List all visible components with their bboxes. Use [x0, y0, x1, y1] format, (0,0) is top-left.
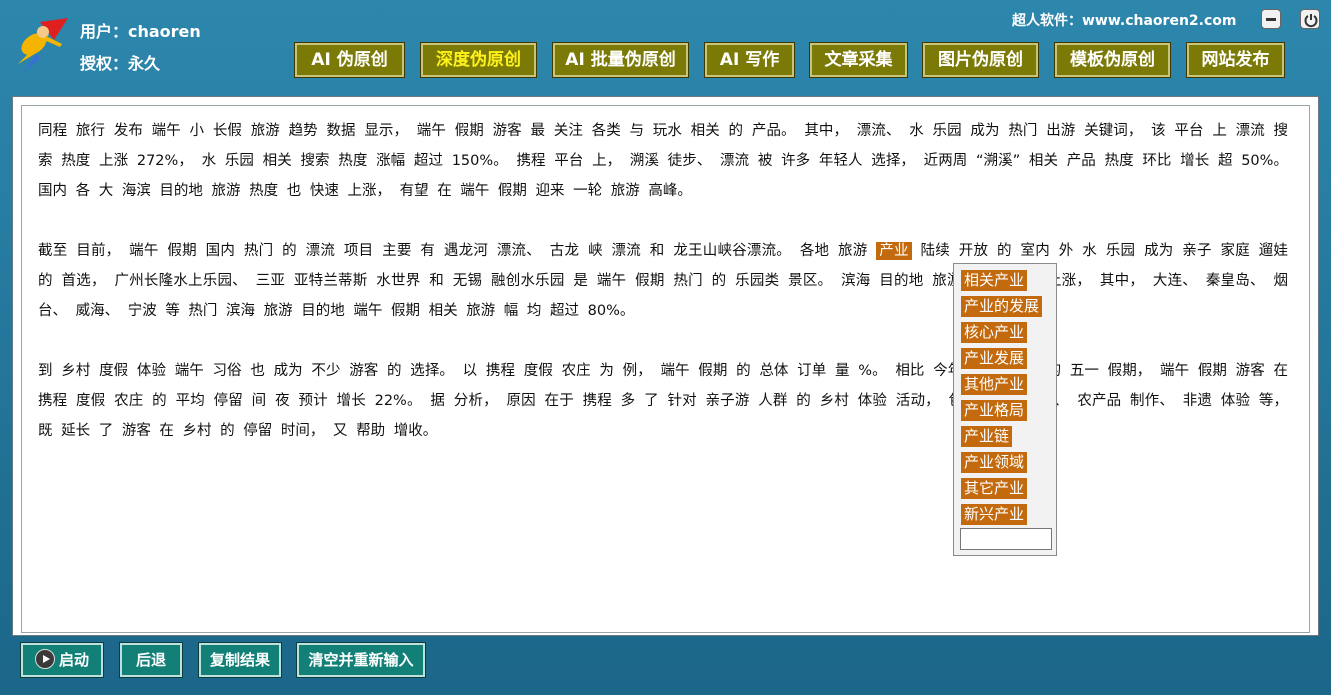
synonym-option[interactable]: 核心产业 — [961, 322, 1028, 343]
nav-site-publish-button[interactable]: 网站发布 — [1186, 42, 1285, 78]
synonym-option[interactable]: 其他产业 — [961, 374, 1028, 395]
clear-and-reinput-button[interactable]: 清空并重新输入 — [296, 642, 426, 678]
synonym-option[interactable]: 其它产业 — [961, 478, 1028, 499]
paragraph-2-text-before: 截至 目前， 端午 假期 国内 热门 的 漂流 项目 主要 有 遇龙河 漂流、 … — [38, 243, 877, 259]
synonym-option[interactable]: 产业链 — [961, 426, 1013, 447]
header: 用户：chaoren 授权：永久 超人软件：www.chaoren2.com A… — [0, 0, 1331, 88]
paragraph-1: 同程 旅行 发布 端午 小 长假 旅游 趋势 数据 显示， 端午 假期 游客 最… — [38, 123, 1288, 199]
start-label: 启动 — [58, 651, 89, 669]
synonym-option[interactable]: 新兴产业 — [961, 504, 1028, 525]
synonym-option[interactable]: 产业的发展 — [961, 296, 1043, 317]
site-link[interactable]: 超人软件：www.chaoren2.com — [1012, 10, 1237, 30]
synonym-option[interactable]: 相关产业 — [961, 270, 1028, 291]
content-panel: 同程 旅行 发布 端午 小 长假 旅游 趋势 数据 显示， 端午 假期 游客 最… — [12, 96, 1319, 636]
nav-ai-rewrite-button[interactable]: AI 伪原创 — [294, 42, 405, 78]
user-name: 用户：chaoren — [80, 22, 201, 41]
minimize-button[interactable] — [1261, 9, 1281, 29]
nav-ai-batch-rewrite-button[interactable]: AI 批量伪原创 — [552, 42, 689, 78]
nav-template-rewrite-button[interactable]: 模板伪原创 — [1054, 42, 1171, 78]
superhero-logo-icon — [10, 14, 72, 74]
synonym-option[interactable]: 产业发展 — [961, 348, 1028, 369]
synonym-dropdown: 相关产业 产业的发展 核心产业 产业发展 其他产业 产业格局 产业链 产业领域 … — [953, 263, 1057, 556]
user-info: 用户：chaoren 授权：永久 — [80, 16, 201, 80]
nav-image-rewrite-button[interactable]: 图片伪原创 — [922, 42, 1039, 78]
paragraph-3: 到 乡村 度假 体验 端午 习俗 也 成为 不少 游客 的 选择。 以 携程 度… — [38, 363, 1288, 439]
synonym-option[interactable]: 产业领域 — [961, 452, 1028, 473]
footer-toolbar: 启动 后退 复制结果 清空并重新输入 — [0, 640, 1331, 695]
custom-synonym-input[interactable] — [960, 528, 1052, 550]
nav-ai-writing-button[interactable]: AI 写作 — [704, 42, 795, 78]
nav-deep-rewrite-button[interactable]: 深度伪原创 — [420, 42, 537, 78]
article-text-area[interactable]: 同程 旅行 发布 端午 小 长假 旅游 趋势 数据 显示， 端午 假期 游客 最… — [21, 105, 1310, 633]
back-button[interactable]: 后退 — [119, 642, 183, 678]
paragraph-2: 截至 目前， 端午 假期 国内 热门 的 漂流 项目 主要 有 遇龙河 漂流、 … — [38, 236, 1288, 326]
highlighted-word[interactable]: 产业 — [876, 242, 912, 260]
nav-article-collect-button[interactable]: 文章采集 — [809, 42, 908, 78]
play-icon — [34, 648, 55, 669]
copy-result-button[interactable]: 复制结果 — [198, 642, 282, 678]
license-status: 授权：永久 — [80, 54, 161, 73]
power-icon[interactable] — [1300, 9, 1320, 29]
app-window: 用户：chaoren 授权：永久 超人软件：www.chaoren2.com A… — [0, 0, 1331, 695]
start-button[interactable]: 启动 — [20, 642, 104, 678]
synonym-option[interactable]: 产业格局 — [961, 400, 1028, 421]
